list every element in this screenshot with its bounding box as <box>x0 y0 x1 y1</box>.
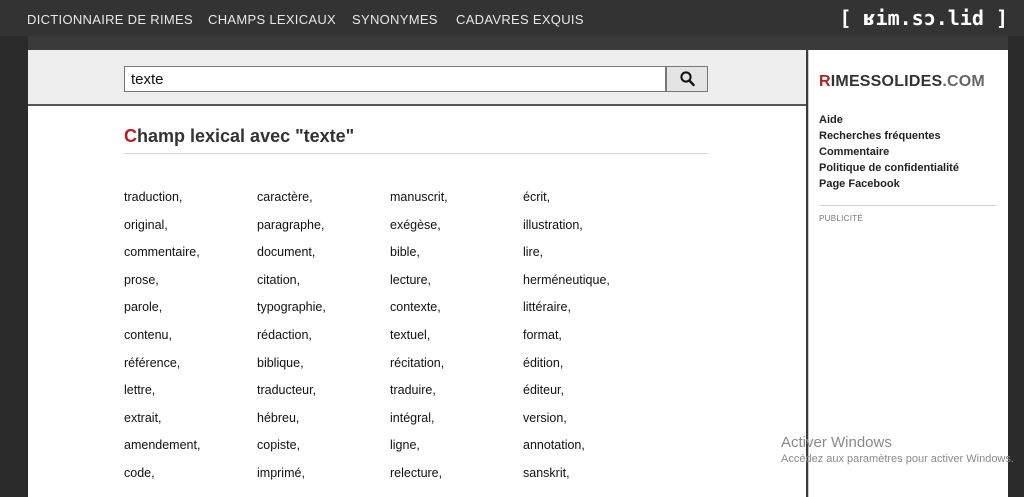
word-row: commentaire, document, bible, lire, <box>124 245 684 265</box>
word-item[interactable]: contexte, <box>390 300 441 314</box>
word-item[interactable]: rédaction, <box>257 328 312 342</box>
word-item[interactable]: biblique, <box>257 356 304 370</box>
word-row: amendement, copiste, ligne, annotation, <box>124 438 684 458</box>
word-item[interactable]: bible, <box>390 245 420 259</box>
word-row: code, imprimé, relecture, sanskrit, <box>124 466 684 486</box>
search-icon <box>680 71 695 87</box>
word-row: parole, typographie, contexte, littéraire, <box>124 300 684 320</box>
word-item[interactable]: document, <box>257 245 315 259</box>
word-item[interactable]: typographie, <box>257 300 326 314</box>
word-item[interactable]: parole, <box>124 300 162 314</box>
word-item[interactable]: contenu, <box>124 328 172 342</box>
word-item[interactable]: caractère, <box>257 190 313 204</box>
word-item[interactable]: copiste, <box>257 438 300 452</box>
word-item[interactable]: format, <box>523 328 562 342</box>
sidebar-link-page-facebook[interactable]: Page Facebook <box>819 176 959 192</box>
word-item[interactable]: relecture, <box>390 466 442 480</box>
word-item[interactable]: annotation, <box>523 438 585 452</box>
word-item[interactable]: récitation, <box>390 356 444 370</box>
page-title-initial: C <box>124 126 137 146</box>
word-item[interactable]: citation, <box>257 273 300 287</box>
nav-dictionnaire-de-rimes[interactable]: DICTIONNAIRE DE RIMES <box>27 12 193 27</box>
word-item[interactable]: lire, <box>523 245 543 259</box>
word-row: original, paragraphe, exégèse, illustration… <box>124 218 684 238</box>
word-item[interactable]: traduction, <box>124 190 182 204</box>
word-row: traduction, caractère, manuscrit, écrit, <box>124 190 684 210</box>
word-item[interactable]: illustration, <box>523 218 583 232</box>
search-area <box>28 50 806 106</box>
word-item[interactable]: lecture, <box>390 273 431 287</box>
word-item[interactable]: littéraire, <box>523 300 571 314</box>
word-row: prose, citation, lecture, herméneutique, <box>124 273 684 293</box>
word-item[interactable]: traduire, <box>390 383 436 397</box>
word-item[interactable]: prose, <box>124 273 159 287</box>
word-item[interactable]: éditeur, <box>523 383 564 397</box>
word-item[interactable]: herméneutique, <box>523 273 610 287</box>
word-item[interactable]: amendement, <box>124 438 200 452</box>
sidebar-links: Aide Recherches fréquentes Commentaire P… <box>819 112 959 192</box>
word-item[interactable]: exégèse, <box>390 218 441 232</box>
word-item[interactable]: traducteur, <box>257 383 316 397</box>
word-item[interactable]: extrait, <box>124 411 162 425</box>
word-item[interactable]: intégral, <box>390 411 434 425</box>
site-logo-initial: R <box>819 73 831 90</box>
site-logo-main: IMESSOLIDES <box>830 73 943 90</box>
word-item[interactable]: lettre, <box>124 383 155 397</box>
nav-champs-lexicaux[interactable]: CHAMPS LEXICAUX <box>208 12 336 27</box>
word-row: lettre, traducteur, traduire, éditeur, <box>124 383 684 403</box>
search-button[interactable] <box>666 66 708 92</box>
nav-synonymes[interactable]: SYNONYMES <box>352 12 438 27</box>
page-title-text: hamp lexical avec "texte" <box>137 126 355 146</box>
page-title: Champ lexical avec "texte" <box>124 126 354 147</box>
sidebar-divider <box>819 205 997 206</box>
word-item[interactable]: écrit, <box>523 190 550 204</box>
word-item[interactable]: manuscrit, <box>390 190 448 204</box>
word-item[interactable]: commentaire, <box>124 245 200 259</box>
sidebar-link-politique-confidentialite[interactable]: Politique de confidentialité <box>819 160 959 176</box>
word-item[interactable]: imprimé, <box>257 466 305 480</box>
word-item[interactable]: sanskrit, <box>523 466 570 480</box>
main-content: Champ lexical avec "texte" traduction, ca… <box>28 50 806 497</box>
sidebar-link-aide[interactable]: Aide <box>819 112 959 128</box>
site-logo[interactable]: RIMESSOLIDES.COM <box>819 73 985 91</box>
title-divider <box>124 153 708 154</box>
word-item[interactable]: paragraphe, <box>257 218 324 232</box>
word-item[interactable]: hébreu, <box>257 411 299 425</box>
sidebar-link-recherches-frequentes[interactable]: Recherches fréquentes <box>819 128 959 144</box>
word-row: référence, biblique, récitation, édition, <box>124 356 684 376</box>
word-item[interactable]: édition, <box>523 356 563 370</box>
word-item[interactable]: textuel, <box>390 328 430 342</box>
word-row: contenu, rédaction, textuel, format, <box>124 328 684 348</box>
right-gutter <box>1008 36 1024 497</box>
brand-phonetic-logo[interactable]: [ ʁim.sɔ.lid ] <box>839 6 1008 30</box>
sidebar-link-commentaire[interactable]: Commentaire <box>819 144 959 160</box>
site-logo-domain: .COM <box>942 73 985 90</box>
sidebar: RIMESSOLIDES.COM Aide Recherches fréquen… <box>808 50 1008 497</box>
word-item[interactable]: référence, <box>124 356 180 370</box>
word-row: extrait, hébreu, intégral, version, <box>124 411 684 431</box>
search-input[interactable] <box>124 66 666 92</box>
top-nav: DICTIONNAIRE DE RIMES CHAMPS LEXICAUX SY… <box>0 0 1024 36</box>
left-gutter <box>0 36 28 497</box>
word-item[interactable]: code, <box>124 466 155 480</box>
word-item[interactable]: version, <box>523 411 567 425</box>
word-item[interactable]: original, <box>124 218 168 232</box>
nav-cadavres-exquis[interactable]: CADAVRES EXQUIS <box>456 12 584 27</box>
word-item[interactable]: ligne, <box>390 438 420 452</box>
ad-label: PUBLICITÉ <box>819 214 864 223</box>
